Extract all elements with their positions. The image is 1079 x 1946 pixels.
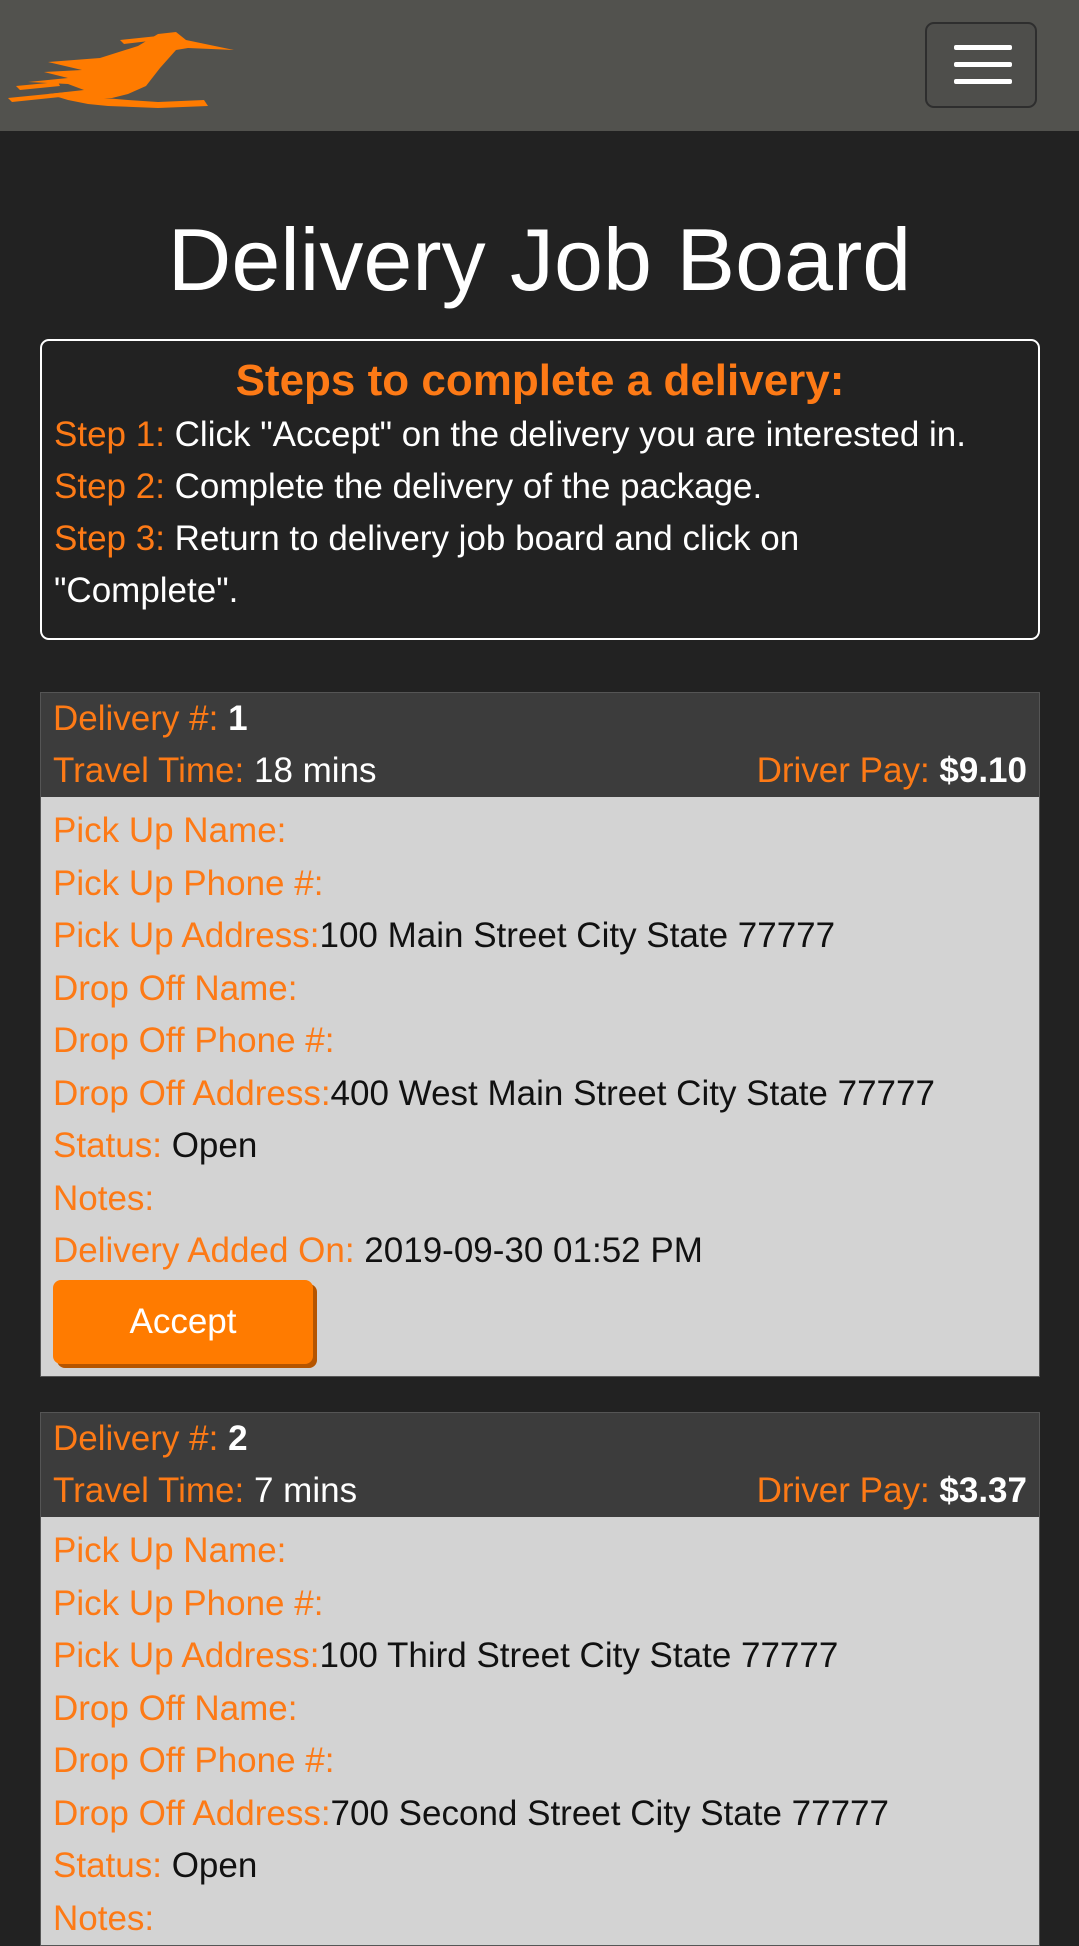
step-item: Step 3: Return to delivery job board and… (54, 513, 1026, 565)
delivery-card: Delivery #: 1 Travel Time: 18 mins Drive… (40, 692, 1040, 1377)
pickup-address-value: 100 Main Street City State 77777 (319, 916, 836, 955)
hamburger-menu-button[interactable] (925, 22, 1037, 108)
step-item: Step 1: Click "Accept" on the delivery y… (54, 409, 1026, 461)
dropoff-address-row: Drop Off Address:700 Second Street City … (53, 1788, 1027, 1841)
dropoff-name-label: Drop Off Name: (53, 1688, 298, 1728)
driver-pay-label: Driver Pay: (756, 751, 930, 790)
step-text: Click "Accept" on the delivery you are i… (174, 415, 967, 454)
dropoff-phone-label: Drop Off Phone #: (53, 1021, 335, 1060)
delivery-number-label: Delivery #: (53, 1419, 219, 1458)
status-row: Status: Open (53, 1840, 1027, 1893)
travel-time-label: Travel Time: (53, 1471, 245, 1510)
driver-pay: $9.10 (939, 751, 1027, 790)
dropoff-address-label: Drop Off Address: (53, 1793, 331, 1833)
driver-pay: $3.37 (939, 1471, 1027, 1510)
dropoff-address-row: Drop Off Address:400 West Main Street Ci… (53, 1068, 1027, 1121)
pickup-phone-label: Pick Up Phone #: (53, 1583, 324, 1623)
steps-heading: Steps to complete a delivery: (235, 356, 845, 405)
delivery-card-body: Pick Up Name: Pick Up Phone #: Pick Up A… (41, 1517, 1039, 1945)
navbar (0, 0, 1079, 131)
status-value: Open (171, 1126, 258, 1165)
pickup-phone-label: Pick Up Phone #: (53, 863, 324, 903)
added-on-value: 2019-09-30 01:52 PM (364, 1231, 703, 1270)
delivery-number: 1 (228, 699, 248, 738)
step-text: "Complete". (54, 571, 239, 610)
pickup-address-label: Pick Up Address: (53, 916, 320, 955)
status-value: Open (171, 1846, 258, 1885)
pickup-address-label: Pick Up Address: (53, 1636, 320, 1675)
status-label: Status: (53, 1126, 162, 1165)
menu-bar-icon (954, 62, 1012, 67)
pickup-phone-row: Pick Up Phone #: (53, 858, 1027, 911)
step-text: Return to delivery job board and click o… (174, 519, 800, 558)
step-text: Complete the delivery of the package. (174, 467, 763, 506)
delivery-number-label: Delivery #: (53, 699, 219, 738)
notes-label: Notes: (53, 1898, 155, 1938)
step-item: Step 2: Complete the delivery of the pac… (54, 461, 1026, 513)
step-item: "Complete". (54, 565, 1026, 617)
delivery-card: Delivery #: 2 Travel Time: 7 mins Driver… (40, 1412, 1040, 1946)
pickup-phone-row: Pick Up Phone #: (53, 1578, 1027, 1631)
delivery-card-header: Delivery #: 2 Travel Time: 7 mins Driver… (41, 1413, 1039, 1517)
pickup-address-value: 100 Third Street City State 77777 (319, 1636, 839, 1675)
roadrunner-logo-icon[interactable] (8, 28, 236, 115)
dropoff-phone-row: Drop Off Phone #: (53, 1015, 1027, 1068)
dropoff-phone-label: Drop Off Phone #: (53, 1741, 335, 1780)
notes-row: Notes: (53, 1173, 1027, 1226)
dropoff-phone-row: Drop Off Phone #: (53, 1735, 1027, 1788)
notes-label: Notes: (53, 1178, 155, 1218)
pickup-name-row: Pick Up Name: (53, 1525, 1027, 1578)
step-label: Step 3: (54, 519, 165, 558)
dropoff-name-row: Drop Off Name: (53, 963, 1027, 1016)
pickup-address-row: Pick Up Address:100 Main Street City Sta… (53, 910, 1027, 963)
status-label: Status: (53, 1846, 162, 1885)
dropoff-address-value: 700 Second Street City State 77777 (330, 1793, 889, 1833)
delivery-number: 2 (228, 1419, 248, 1458)
dropoff-name-row: Drop Off Name: (53, 1683, 1027, 1736)
menu-bar-icon (954, 79, 1012, 84)
pickup-name-row: Pick Up Name: (53, 805, 1027, 858)
added-on-label: Delivery Added On: (53, 1231, 355, 1270)
driver-pay-label: Driver Pay: (756, 1471, 930, 1510)
travel-time-label: Travel Time: (53, 751, 245, 790)
delivery-card-body: Pick Up Name: Pick Up Phone #: Pick Up A… (41, 797, 1039, 1376)
pickup-name-label: Pick Up Name: (53, 1531, 287, 1570)
dropoff-name-label: Drop Off Name: (53, 968, 298, 1008)
delivery-card-header: Delivery #: 1 Travel Time: 18 mins Drive… (41, 693, 1039, 797)
travel-time: 7 mins (253, 1471, 358, 1510)
page-title: Delivery Job Board (167, 210, 912, 309)
step-label: Step 1: (54, 415, 165, 454)
accept-button[interactable]: Accept (53, 1279, 313, 1364)
travel-time: 18 mins (253, 751, 377, 790)
pickup-address-row: Pick Up Address:100 Third Street City St… (53, 1630, 1027, 1683)
step-label: Step 2: (54, 467, 165, 506)
pickup-name-label: Pick Up Name: (53, 811, 287, 850)
dropoff-address-value: 400 West Main Street City State 77777 (330, 1073, 935, 1113)
added-on-row: Delivery Added On: 2019-09-30 01:52 PM (53, 1225, 1027, 1278)
dropoff-address-label: Drop Off Address: (53, 1073, 331, 1113)
status-row: Status: Open (53, 1120, 1027, 1173)
menu-bar-icon (954, 45, 1012, 50)
steps-panel: Steps to complete a delivery: Step 1: Cl… (40, 339, 1040, 640)
